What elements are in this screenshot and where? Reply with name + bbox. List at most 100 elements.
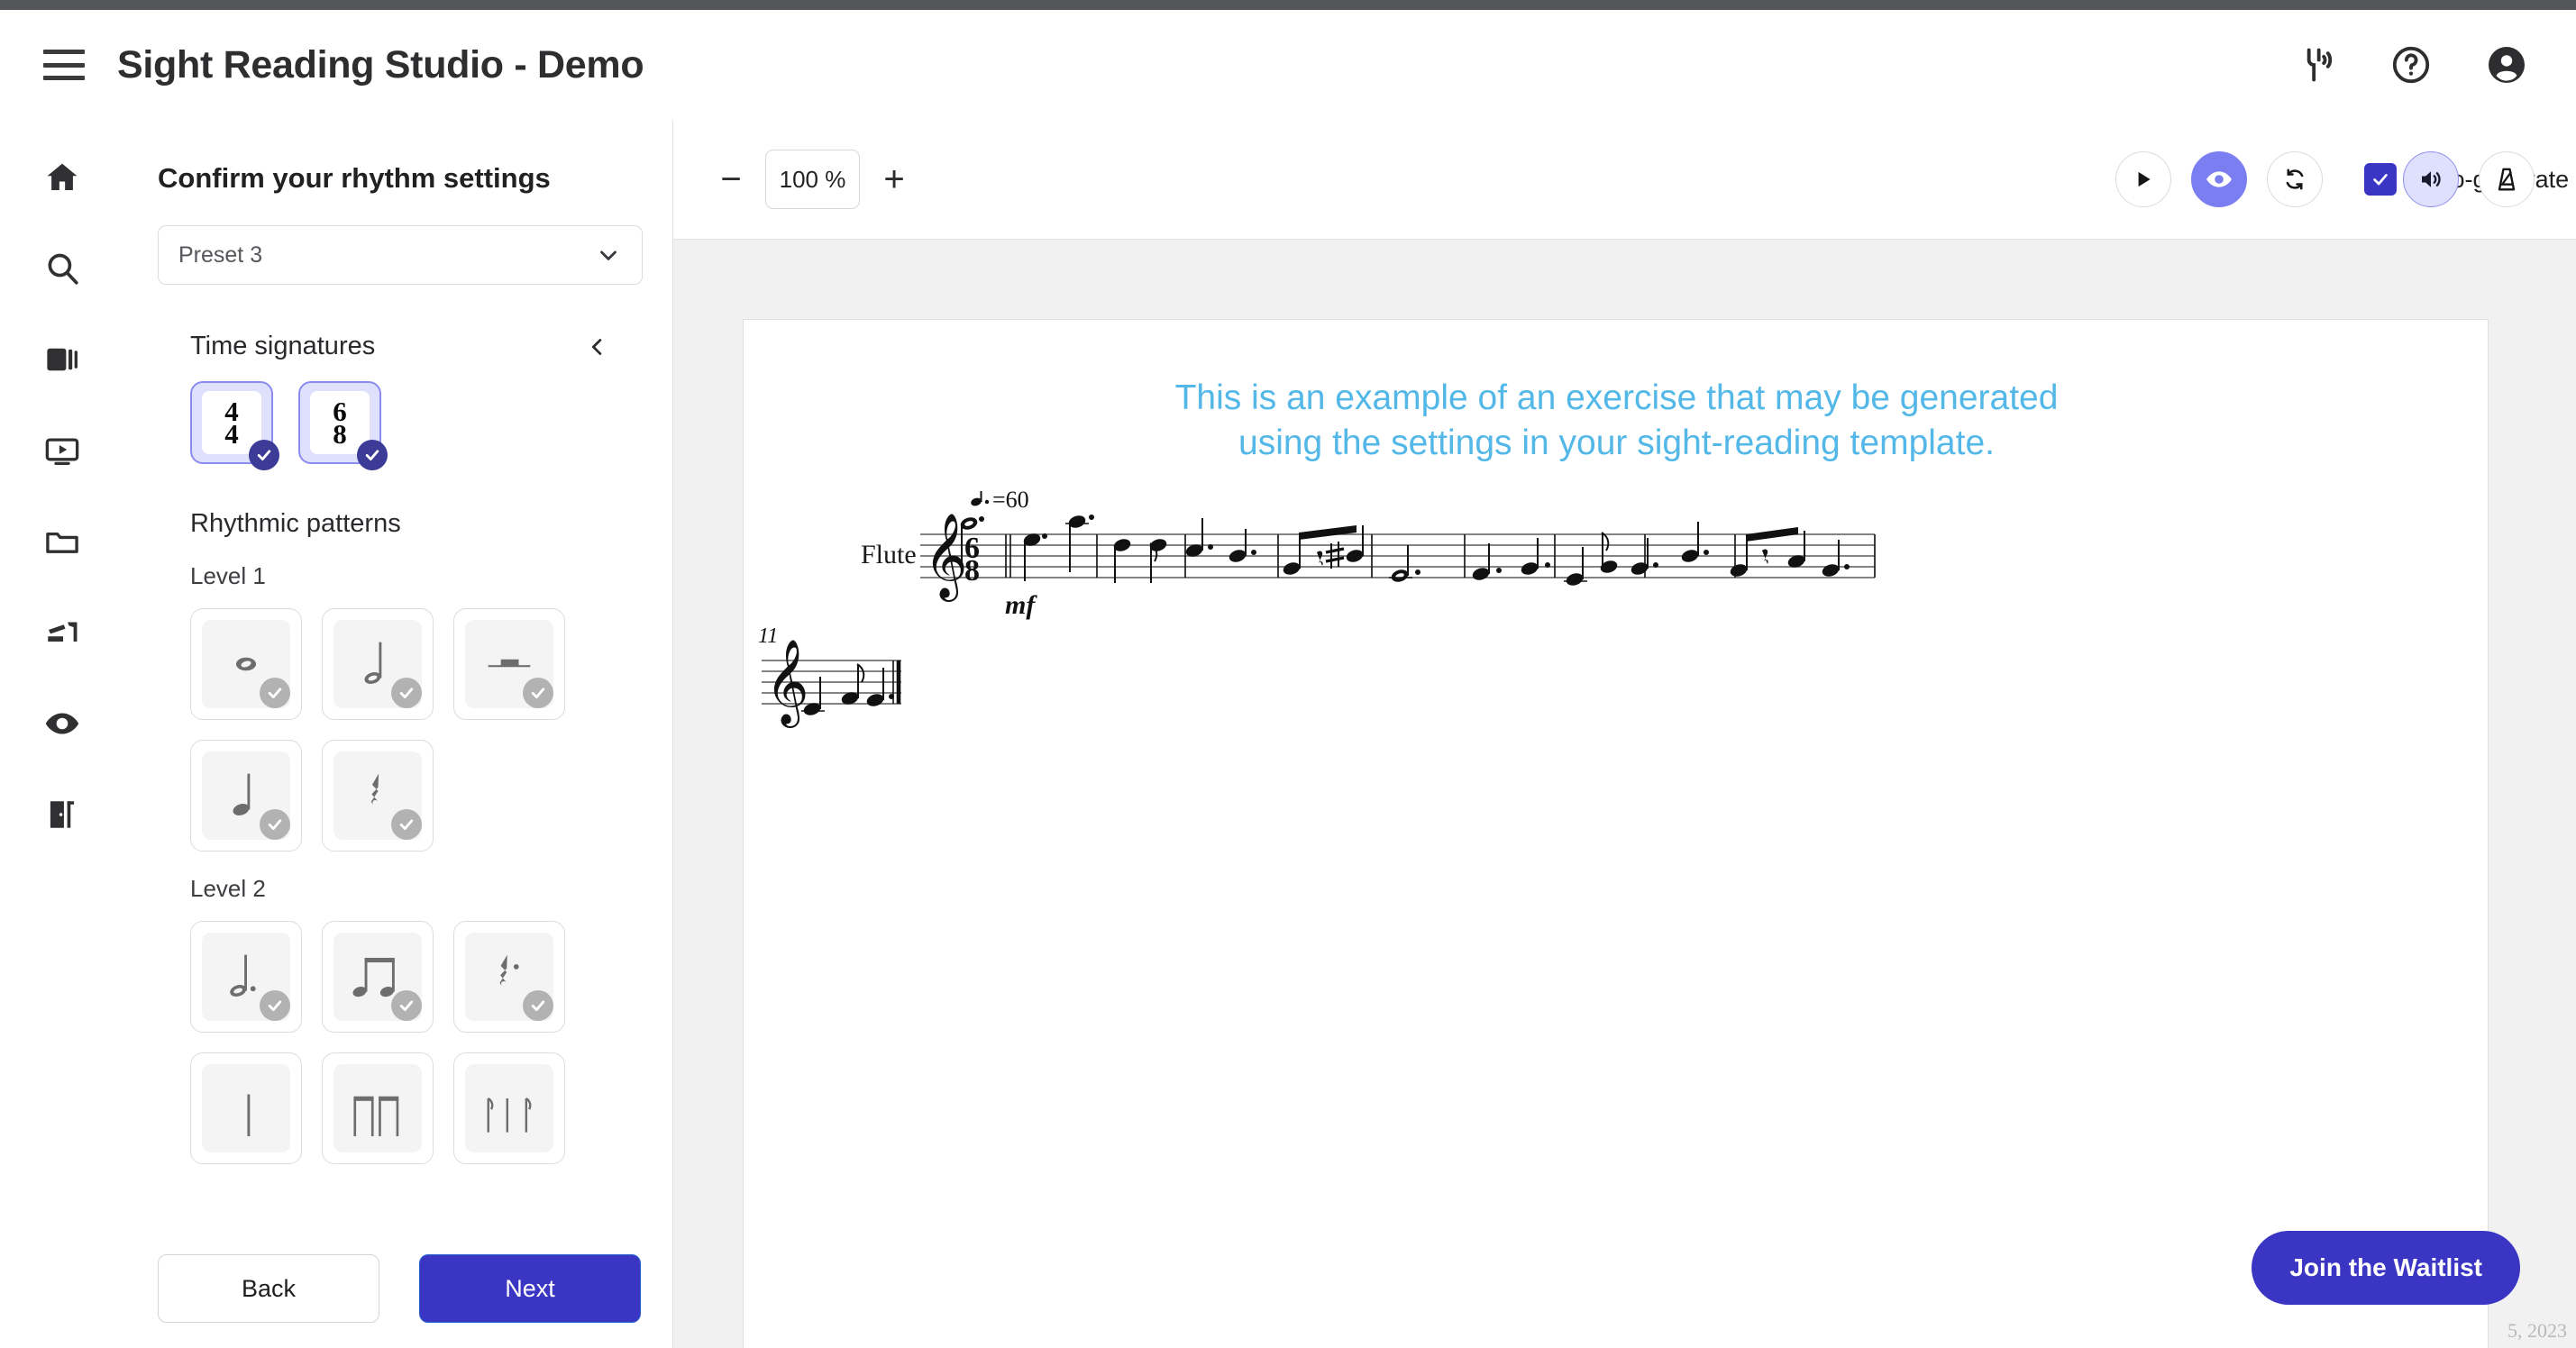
preset-selected-value: Preset 3 xyxy=(178,242,262,269)
check-badge-icon xyxy=(391,990,422,1021)
header-actions xyxy=(2293,42,2529,87)
pattern-card-beamed-pair-partial[interactable] xyxy=(322,1052,434,1164)
window-top-strip xyxy=(0,0,2576,10)
level-2-pattern-grid xyxy=(190,921,614,1164)
panel-footer: Back Next xyxy=(123,1229,673,1348)
time-signature-glyph: 6 8 xyxy=(333,400,347,446)
tempo-marking: =60 xyxy=(970,491,1029,513)
time-signature-card-4-4[interactable]: 4 4 xyxy=(190,381,273,464)
settings-scroll-area[interactable]: Confirm your rhythm settings Preset 3 Ti… xyxy=(123,120,673,1246)
time-signatures-title: Time signatures xyxy=(190,332,375,361)
pattern-card-beamed-eighth-notes[interactable] xyxy=(322,921,434,1033)
hamburger-icon[interactable] xyxy=(43,50,85,80)
pattern-card-whole-note[interactable] xyxy=(190,608,302,720)
play-button[interactable] xyxy=(2115,151,2171,207)
whole-note-icon xyxy=(223,641,269,688)
time-signature-glyph: 4 4 xyxy=(224,400,239,446)
rhythmic-patterns-title: Rhythmic patterns xyxy=(190,509,673,539)
pattern-card-dotted-half-note[interactable] xyxy=(190,921,302,1033)
pattern-glyph-wrap xyxy=(333,1064,422,1152)
zoom-out-button[interactable]: − xyxy=(713,161,749,197)
notes-system-1 xyxy=(959,514,1850,587)
metronome-button[interactable] xyxy=(2479,151,2535,207)
check-icon xyxy=(2370,169,2390,189)
auto-generate-checkbox[interactable] xyxy=(2364,163,2397,196)
settings-panel: Confirm your rhythm settings Preset 3 Ti… xyxy=(123,120,673,1348)
time-signature-denominator: 4 xyxy=(224,423,239,445)
eye-icon xyxy=(2205,165,2233,194)
time-signature-denominator: 8 xyxy=(964,554,980,587)
refresh-icon xyxy=(2281,166,2308,193)
sidebar-item-video[interactable] xyxy=(37,425,87,476)
score-message-line2: using the settings in your sight-reading… xyxy=(744,421,2489,466)
pattern-card-dotted-quarter-rest[interactable] xyxy=(453,921,565,1033)
pattern-card-half-note[interactable] xyxy=(322,608,434,720)
level-2-label: Level 2 xyxy=(190,875,673,903)
zoom-controls: − 100 % + xyxy=(713,150,912,209)
tuning-fork-icon[interactable] xyxy=(2293,42,2338,87)
score-sheet: This is an example of an exercise that m… xyxy=(743,319,2489,1348)
back-button[interactable]: Back xyxy=(158,1254,379,1323)
score-toolbar: − 100 % + xyxy=(673,120,2576,240)
metronome-icon xyxy=(2493,166,2520,193)
pattern-glyph-wrap xyxy=(465,1064,553,1152)
preview-toggle-button[interactable] xyxy=(2191,151,2247,207)
level-1-label: Level 1 xyxy=(190,562,673,590)
music-score-svg: Flute 𝄞 6 8 =60 mf xyxy=(744,491,2489,906)
check-badge-icon xyxy=(260,809,290,840)
copyright-text: 5, 2023 xyxy=(2507,1319,2567,1343)
sidebar-item-library[interactable] xyxy=(37,334,87,385)
pattern-card-quarter-note[interactable] xyxy=(190,740,302,852)
check-badge-icon xyxy=(391,678,422,708)
regenerate-button[interactable] xyxy=(2267,151,2323,207)
sidebar-item-compose[interactable] xyxy=(37,607,87,658)
pattern-card-quarter-rest[interactable] xyxy=(322,740,434,852)
level-1-pattern-grid xyxy=(190,608,614,852)
account-circle-icon[interactable] xyxy=(2484,42,2529,87)
pattern-glyph-wrap xyxy=(202,1064,290,1152)
pattern-card-half-rest[interactable] xyxy=(453,608,565,720)
zoom-in-button[interactable]: + xyxy=(876,161,912,197)
chevron-left-icon[interactable] xyxy=(585,334,610,360)
volume-button[interactable] xyxy=(2403,151,2459,207)
check-badge-icon xyxy=(357,440,388,470)
left-sidebar xyxy=(0,120,123,1348)
sidebar-item-home[interactable] xyxy=(37,152,87,203)
pattern-card-eighth-notes-partial[interactable] xyxy=(453,1052,565,1164)
play-icon xyxy=(2132,168,2155,191)
time-signature-denominator: 8 xyxy=(333,423,347,445)
next-button[interactable]: Next xyxy=(419,1254,641,1323)
sidebar-item-search[interactable] xyxy=(37,243,87,294)
music-notation-area: Flute 𝄞 6 8 =60 mf xyxy=(744,491,2489,897)
zoom-value-input[interactable]: 100 % xyxy=(765,150,860,209)
chevron-down-icon xyxy=(595,241,622,269)
sidebar-item-exit[interactable] xyxy=(37,789,87,840)
partial-note-icon xyxy=(223,1080,269,1136)
help-circle-icon[interactable] xyxy=(2389,42,2434,87)
check-badge-icon xyxy=(523,990,553,1021)
sidebar-item-folder[interactable] xyxy=(37,516,87,567)
treble-clef-2: 𝄞 xyxy=(765,640,808,728)
partial-eighth-notes-icon xyxy=(479,1080,540,1136)
volume-icon xyxy=(2417,166,2444,193)
preset-select[interactable]: Preset 3 xyxy=(158,225,643,285)
join-waitlist-button[interactable]: Join the Waitlist xyxy=(2252,1231,2520,1305)
score-message: This is an example of an exercise that m… xyxy=(744,376,2489,466)
dotted-quarter-rest-icon xyxy=(491,949,527,1005)
quarter-rest-icon xyxy=(362,768,393,824)
score-message-line1: This is an example of an exercise that m… xyxy=(744,376,2489,421)
score-canvas[interactable]: This is an example of an exercise that m… xyxy=(673,240,2576,1348)
dynamic-marking: mf xyxy=(1005,590,1037,620)
check-badge-icon xyxy=(523,678,553,708)
time-signature-list: 4 4 6 8 xyxy=(190,381,673,464)
sidebar-item-preview[interactable] xyxy=(37,698,87,749)
time-signature-card-6-8[interactable]: 6 8 xyxy=(298,381,381,464)
pattern-card-stem-partial[interactable] xyxy=(190,1052,302,1164)
time-signatures-header: Time signatures xyxy=(190,332,610,361)
page-title: Sight Reading Studio - Demo xyxy=(117,43,644,87)
check-badge-icon xyxy=(249,440,279,470)
app-header: Sight Reading Studio - Demo xyxy=(0,10,2576,120)
check-badge-icon xyxy=(260,678,290,708)
notes-system-2 xyxy=(801,664,894,717)
svg-text:=60: =60 xyxy=(992,491,1029,513)
